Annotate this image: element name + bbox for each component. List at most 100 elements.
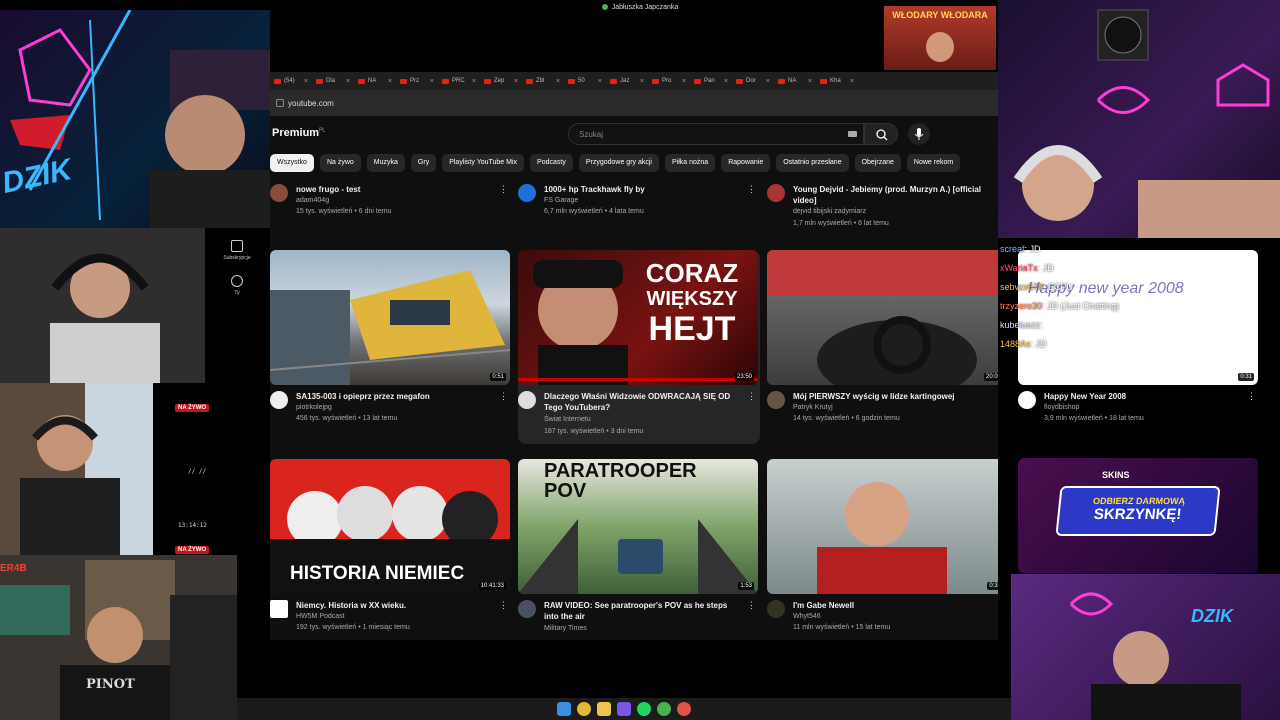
ad-banner[interactable]: SKINS ODBIERZ DARMOWĄ SKRZYNKĘ! xyxy=(1018,458,1258,573)
close-icon[interactable]: × xyxy=(808,78,812,85)
video-card[interactable]: 20:02 Mój PIERWSZY wyścig w lidze kartin… xyxy=(767,250,998,435)
channel-avatar[interactable] xyxy=(270,600,288,618)
close-icon[interactable]: × xyxy=(430,78,434,85)
site-info-icon[interactable] xyxy=(276,99,284,107)
channel-name[interactable]: dejvid tibijski zadymiarz xyxy=(793,208,866,215)
chip[interactable]: Gry xyxy=(410,154,437,172)
chip-all[interactable]: Wszystko xyxy=(270,154,314,172)
video-title[interactable]: Happy New Year 2008 xyxy=(1044,391,1244,402)
address-bar[interactable]: youtube.com xyxy=(270,90,998,116)
video-thumbnail[interactable]: CORAZ WIĘKSZY HEJT 23:50 xyxy=(518,250,758,385)
browser-tab[interactable]: 50 × xyxy=(564,78,606,85)
close-icon[interactable]: × xyxy=(682,78,686,85)
video-card[interactable]: 1000+ hp Trackhawk fly by FS Garage 6,7 … xyxy=(518,182,760,232)
chip[interactable]: Ostatnio przesłane xyxy=(776,154,849,172)
chip[interactable]: Nowe rekom xyxy=(906,154,961,172)
close-icon[interactable]: × xyxy=(850,78,854,85)
video-title[interactable]: Mój PIERWSZY wyścig w lidze kartingowej xyxy=(793,391,993,402)
browser-tab[interactable]: Prz × xyxy=(396,78,438,85)
windows-start-icon[interactable] xyxy=(557,702,571,716)
sidebar-item-you[interactable]: Ty xyxy=(212,275,262,296)
more-options-icon[interactable]: ⋮ xyxy=(747,184,756,195)
video-title[interactable]: Young Dejvid - Jebiemy (prod. Murzyn A.)… xyxy=(793,184,993,206)
channel-name[interactable]: FS Garage xyxy=(544,197,578,204)
browser-tab[interactable]: Kha × xyxy=(816,78,858,85)
chip[interactable]: Podcasty xyxy=(530,154,573,172)
channel-avatar[interactable] xyxy=(767,184,785,202)
video-title[interactable]: 1000+ hp Trackhawk fly by xyxy=(544,184,744,195)
channel-name[interactable]: HW5M Podcast xyxy=(296,613,345,620)
channel-name[interactable]: Patryk Krutyj xyxy=(793,404,833,411)
channel-avatar[interactable] xyxy=(270,391,288,409)
browser-tab[interactable]: Dla × xyxy=(312,78,354,85)
browser-tab[interactable]: Pan × xyxy=(690,78,732,85)
chip[interactable]: Obejrzane xyxy=(854,154,901,172)
video-thumbnail[interactable]: 0:51 xyxy=(270,250,510,385)
video-card[interactable]: HISTORIA NIEMIEC 10:41:33 Niemcy. Histor… xyxy=(270,459,512,640)
close-icon[interactable]: × xyxy=(556,78,560,85)
more-options-icon[interactable]: ⋮ xyxy=(1247,391,1256,402)
video-thumbnail[interactable]: PARATROOPER POV 1:53 xyxy=(518,459,758,594)
more-options-icon[interactable]: ⋮ xyxy=(747,391,756,402)
video-card[interactable]: nowe frugo - test adam404g 15 tys. wyświ… xyxy=(270,182,512,232)
close-icon[interactable]: × xyxy=(472,78,476,85)
close-icon[interactable]: × xyxy=(766,78,770,85)
browser-tab[interactable]: (54) × xyxy=(270,78,312,85)
file-explorer-icon[interactable] xyxy=(597,702,611,716)
chrome-icon[interactable] xyxy=(577,702,591,716)
close-icon[interactable]: × xyxy=(724,78,728,85)
channel-name[interactable]: floydbishop xyxy=(1044,404,1079,411)
channel-name[interactable]: Whyt546 xyxy=(793,613,821,620)
chip[interactable]: Przygodowe gry akcji xyxy=(578,154,659,172)
channel-avatar[interactable] xyxy=(270,184,288,202)
more-options-icon[interactable]: ⋮ xyxy=(747,600,756,611)
video-title[interactable]: Dlaczego Właśni Widzowie ODWRACAJĄ SIĘ O… xyxy=(544,391,744,413)
chip[interactable]: Muzyka xyxy=(366,154,405,172)
close-icon[interactable]: × xyxy=(598,78,602,85)
channel-name[interactable]: piotrkolejpg xyxy=(296,404,332,411)
channel-avatar[interactable] xyxy=(518,391,536,409)
channel-avatar[interactable] xyxy=(518,600,536,618)
search-button[interactable] xyxy=(864,123,898,145)
browser-tab[interactable]: NA × xyxy=(774,78,816,85)
video-title[interactable]: I'm Gabe Newell xyxy=(793,600,993,611)
video-card-hovered[interactable]: CORAZ WIĘKSZY HEJT 23:50 Dlaczego Właśni… xyxy=(518,250,760,444)
video-card[interactable]: PARATROOPER POV 1:53 RAW VIDEO: See para… xyxy=(518,459,760,640)
video-title[interactable]: Niemcy. Historia w XX wieku. xyxy=(296,600,496,611)
youtube-logo[interactable]: PremiumPL xyxy=(272,127,325,139)
more-options-icon[interactable]: ⋮ xyxy=(996,391,998,402)
chip[interactable]: Piłka nożna xyxy=(664,154,716,172)
more-options-icon[interactable]: ⋮ xyxy=(499,600,508,611)
chip[interactable]: Playlisty YouTube Mix xyxy=(442,154,525,172)
video-title[interactable]: SA135-003 i opieprz przez megafon xyxy=(296,391,496,402)
browser-tab[interactable]: Zbl × xyxy=(522,78,564,85)
browser-tab[interactable]: Jaz × xyxy=(606,78,648,85)
channel-avatar[interactable] xyxy=(1018,391,1036,409)
video-thumbnail[interactable]: 0:35 xyxy=(767,459,998,594)
search-input[interactable]: Szukaj xyxy=(568,123,864,145)
browser-tab[interactable]: NA × xyxy=(354,78,396,85)
channel-avatar[interactable] xyxy=(518,184,536,202)
close-icon[interactable]: × xyxy=(346,78,350,85)
close-icon[interactable]: × xyxy=(304,78,308,85)
channel-avatar[interactable] xyxy=(767,600,785,618)
video-card[interactable]: Young Dejvid - Jebiemy (prod. Murzyn A.)… xyxy=(767,182,998,232)
video-thumbnail[interactable]: HISTORIA NIEMIEC 10:41:33 xyxy=(270,459,510,594)
channel-name[interactable]: Military Times xyxy=(544,625,587,632)
channel-name[interactable]: Świat Internetu xyxy=(544,416,591,423)
more-options-icon[interactable]: ⋮ xyxy=(996,600,998,611)
close-icon[interactable]: × xyxy=(640,78,644,85)
close-icon[interactable]: × xyxy=(388,78,392,85)
app-icon[interactable] xyxy=(617,702,631,716)
browser-tab[interactable]: Zep × xyxy=(480,78,522,85)
chrome-icon-3[interactable] xyxy=(677,702,691,716)
video-title[interactable]: RAW VIDEO: See paratrooper's POV as he s… xyxy=(544,600,744,622)
keyboard-icon[interactable] xyxy=(848,131,857,137)
spotify-icon[interactable] xyxy=(637,702,651,716)
chrome-icon-2[interactable] xyxy=(657,702,671,716)
sidebar-item-subscriptions[interactable]: Subskrypcje xyxy=(212,240,262,261)
channel-avatar[interactable] xyxy=(767,391,785,409)
chip[interactable]: Na żywo xyxy=(319,154,361,172)
more-options-icon[interactable]: ⋮ xyxy=(499,184,508,195)
browser-tab[interactable]: Dor × xyxy=(732,78,774,85)
